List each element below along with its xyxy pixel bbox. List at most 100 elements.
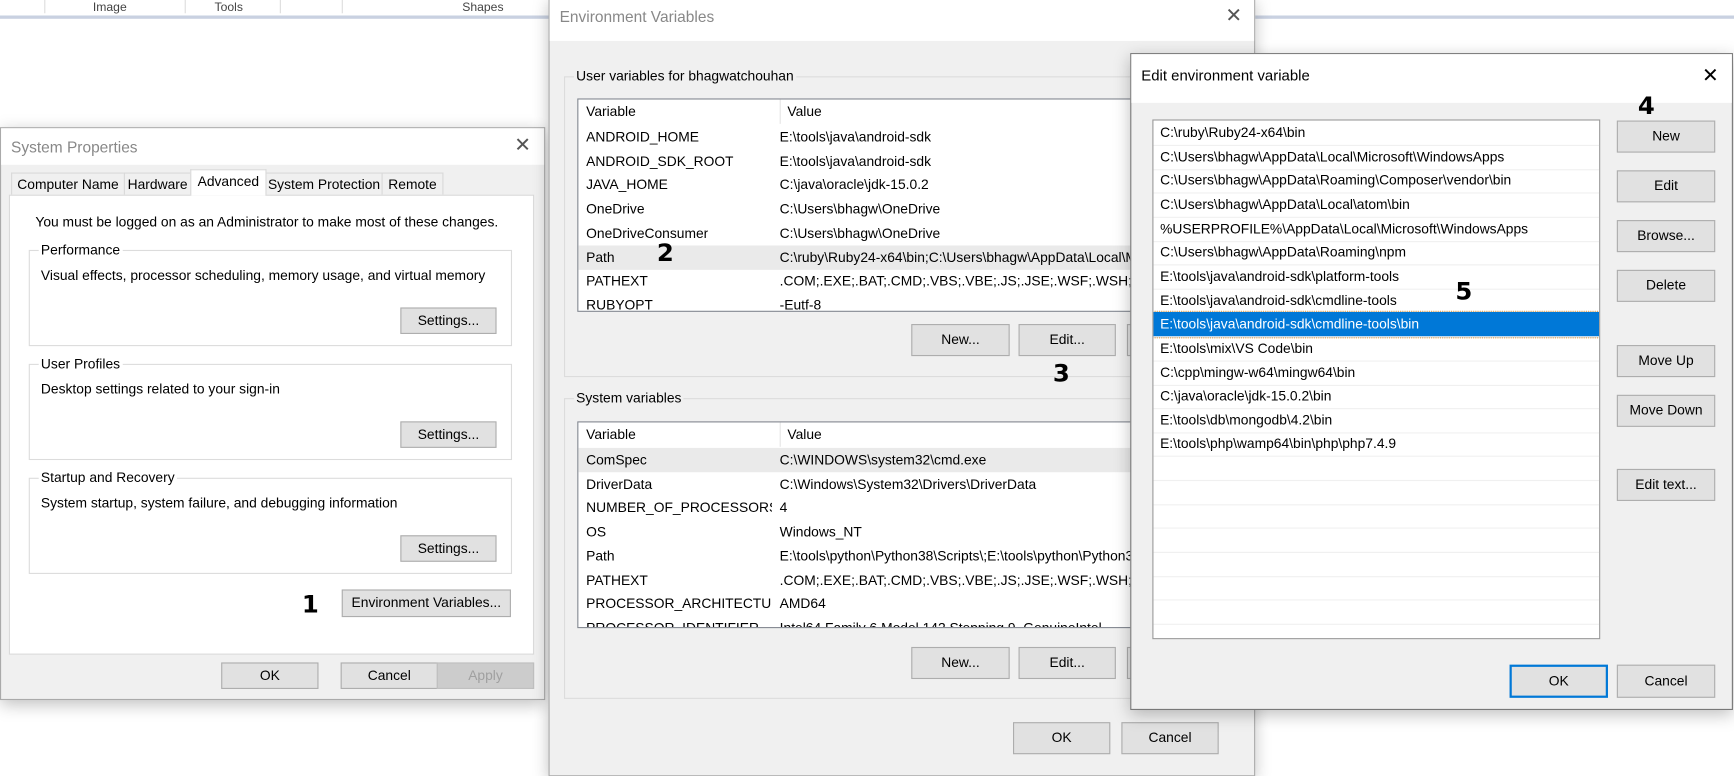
variable-value: C:\java\oracle\jdk-15.0.2 [779, 177, 929, 193]
annotation-2: 2 [656, 239, 674, 268]
table-row[interactable]: DriverData C:\Windows\System32\Drivers\Dr… [578, 472, 1151, 496]
user-new-button[interactable]: New... [911, 324, 1010, 357]
move-down-button[interactable]: Move Down [1616, 394, 1716, 427]
empty-path-slot[interactable] [1153, 456, 1600, 482]
empty-path-slot[interactable] [1153, 480, 1600, 506]
path-entry[interactable]: C:\Users\bhagw\AppData\Local\Microsoft\W… [1153, 144, 1600, 170]
performance-settings-button[interactable]: Settings... [400, 307, 497, 334]
column-header-value[interactable]: Value [779, 422, 822, 447]
path-entry[interactable]: C:\Users\bhagw\AppData\Roaming\Composer\… [1153, 168, 1600, 194]
path-entry[interactable]: C:\cpp\mingw-w64\mingw64\bin [1153, 360, 1600, 386]
path-entry[interactable]: C:\Users\bhagw\AppData\Roaming\npm [1153, 240, 1600, 266]
path-entry[interactable]: %USERPROFILE%\AppData\Local\Microsoft\Wi… [1153, 216, 1600, 242]
path-entry[interactable]: C:\Users\bhagw\AppData\Local\atom\bin [1153, 192, 1600, 218]
empty-path-slot[interactable] [1153, 504, 1600, 530]
group-description: Desktop settings related to your sign-in [40, 381, 280, 398]
edit-environment-variable-dialog: Edit environment variable ✕ C:\ruby\Ruby… [1130, 53, 1733, 710]
apply-button[interactable]: Apply [436, 662, 535, 689]
variable-name: ComSpec [586, 452, 647, 468]
path-entry[interactable]: E:\tools\mix\VS Code\bin [1153, 336, 1600, 362]
table-row[interactable]: ANDROID_SDK_ROOT E:\tools\java\android-sd… [578, 149, 1151, 173]
path-entry-text: E:\tools\php\wamp64\bin\php\php7.4.9 [1160, 436, 1397, 452]
column-header-variable[interactable]: Variable [586, 422, 636, 446]
empty-path-slot[interactable] [1153, 599, 1600, 625]
edit-button[interactable]: Edit [1616, 170, 1716, 203]
table-row[interactable]: PROCESSOR_ARCHITECTU... AMD64 [578, 592, 1151, 616]
path-entries-list[interactable]: C:\ruby\Ruby24-x64\bin C:\Users\bhagw\App… [1152, 119, 1601, 640]
path-entry[interactable]: C:\java\oracle\jdk-15.0.2\bin [1153, 384, 1600, 410]
variable-name: OneDrive [586, 201, 645, 217]
variable-name: DriverData [586, 476, 653, 492]
startup-recovery-group: Startup and Recovery System startup, sys… [28, 470, 513, 574]
path-entry[interactable]: E:\tools\java\android-sdk\cmdline-tools [1153, 288, 1600, 314]
table-row[interactable]: ANDROID_HOME E:\tools\java\android-sdk [578, 125, 1151, 149]
path-entry-text: C:\ruby\Ruby24-x64\bin [1160, 124, 1306, 141]
ok-button[interactable]: OK [1509, 664, 1608, 698]
admin-note: You must be logged on as an Administrato… [35, 214, 499, 231]
delete-button[interactable]: Delete [1616, 269, 1716, 302]
path-entry[interactable]: C:\ruby\Ruby24-x64\bin [1153, 121, 1600, 146]
move-up-button[interactable]: Move Up [1616, 345, 1716, 378]
table-row[interactable]: PATHEXT .COM;.EXE;.BAT;.CMD;.VBS;.VBE;.JS… [578, 269, 1151, 293]
empty-path-slot[interactable] [1153, 551, 1600, 577]
table-row[interactable]: Path E:\tools\python\Python38\Scripts\;E:… [578, 544, 1151, 568]
ok-button[interactable]: OK [221, 662, 319, 689]
edit-text-button[interactable]: Edit text... [1616, 468, 1716, 501]
path-entry-text: E:\tools\db\mongodb\4.2\bin [1160, 412, 1333, 428]
tab-system-protection[interactable]: System Protection [265, 172, 383, 195]
new-button[interactable]: New [1616, 120, 1716, 153]
table-header: Variable Value [578, 422, 1151, 447]
cancel-button[interactable]: Cancel [1121, 722, 1219, 755]
path-entry[interactable]: E:\tools\php\wamp64\bin\php\php7.4.9 [1153, 432, 1600, 458]
advanced-tab-panel: You must be logged on as an Administrato… [8, 194, 535, 655]
table-row[interactable]: NUMBER_OF_PROCESSORS 4 [578, 496, 1151, 520]
empty-path-slot[interactable] [1153, 528, 1600, 554]
startup-settings-button[interactable]: Settings... [400, 535, 497, 562]
table-row[interactable]: JAVA_HOME C:\java\oracle\jdk-15.0.2 [578, 173, 1151, 197]
performance-group: Performance Visual effects, processor sc… [28, 242, 513, 347]
close-icon[interactable]: ✕ [1225, 4, 1242, 27]
user-variables-table[interactable]: Variable Value ANDROID_HOME E:\tools\java\a… [577, 98, 1153, 312]
column-header-value[interactable]: Value [779, 99, 822, 124]
ok-button[interactable]: OK [1013, 722, 1111, 755]
variable-name: NUMBER_OF_PROCESSORS [586, 500, 772, 516]
variable-name: ANDROID_HOME [586, 129, 700, 145]
system-variables-table[interactable]: Variable Value ComSpec C:\WINDOWS\system32\… [577, 421, 1153, 629]
table-row[interactable]: PATHEXT .COM;.EXE;.BAT;.CMD;.VBS;.VBE;.JS… [578, 568, 1151, 592]
table-row[interactable]: RUBYOPT -Eutf-8 [578, 293, 1151, 312]
environment-variables-button[interactable]: Environment Variables... [341, 589, 511, 618]
path-entry-text: E:\tools\java\android-sdk\cmdline-tools [1160, 292, 1397, 309]
cancel-button[interactable]: Cancel [340, 662, 438, 689]
column-header-variable[interactable]: Variable [586, 100, 636, 124]
tab-hardware[interactable]: Hardware [123, 172, 192, 195]
variable-name: PROCESSOR_IDENTIFIER [586, 620, 759, 629]
variable-value: E:\tools\python\Python38\Scripts\;E:\too… [779, 548, 1145, 564]
table-row[interactable]: OneDrive C:\Users\bhagw\OneDrive [578, 197, 1151, 221]
variable-name: PROCESSOR_ARCHITECTU... [586, 596, 772, 612]
system-new-button[interactable]: New... [911, 646, 1010, 680]
annotation-5: 5 [1455, 278, 1473, 307]
path-entry[interactable]: E:\tools\java\android-sdk\cmdline-tools\… [1153, 310, 1600, 339]
table-row[interactable]: OS Windows_NT [578, 520, 1151, 544]
variable-value: 4 [779, 500, 788, 516]
close-icon[interactable]: ✕ [1702, 64, 1719, 87]
close-icon[interactable]: ✕ [514, 134, 531, 157]
tab-advanced[interactable]: Advanced [190, 169, 267, 196]
empty-path-slot[interactable] [1153, 575, 1600, 601]
variable-name: RUBYOPT [586, 297, 653, 312]
system-edit-button[interactable]: Edit... [1018, 646, 1116, 680]
annotation-1: 1 [301, 591, 319, 620]
user-profiles-settings-button[interactable]: Settings... [400, 421, 497, 448]
browse-button[interactable]: Browse... [1616, 220, 1716, 253]
table-row[interactable]: PROCESSOR_IDENTIFIER Intel64 Family 6 Mod… [578, 616, 1151, 629]
path-entry[interactable]: E:\tools\java\android-sdk\platform-tools [1153, 264, 1600, 290]
table-row[interactable]: ComSpec C:\WINDOWS\system32\cmd.exe [578, 447, 1152, 473]
user-edit-button[interactable]: Edit... [1018, 324, 1116, 357]
path-entry-text: %USERPROFILE%\AppData\Local\Microsoft\Wi… [1160, 220, 1529, 237]
tab-remote[interactable]: Remote [381, 172, 444, 195]
dialog-title: Edit environment variable [1141, 67, 1310, 85]
variable-name: PATHEXT [586, 273, 648, 289]
path-entry[interactable]: E:\tools\db\mongodb\4.2\bin [1153, 408, 1600, 434]
cancel-button[interactable]: Cancel [1616, 664, 1716, 698]
tab-computer-name[interactable]: Computer Name [11, 172, 125, 195]
